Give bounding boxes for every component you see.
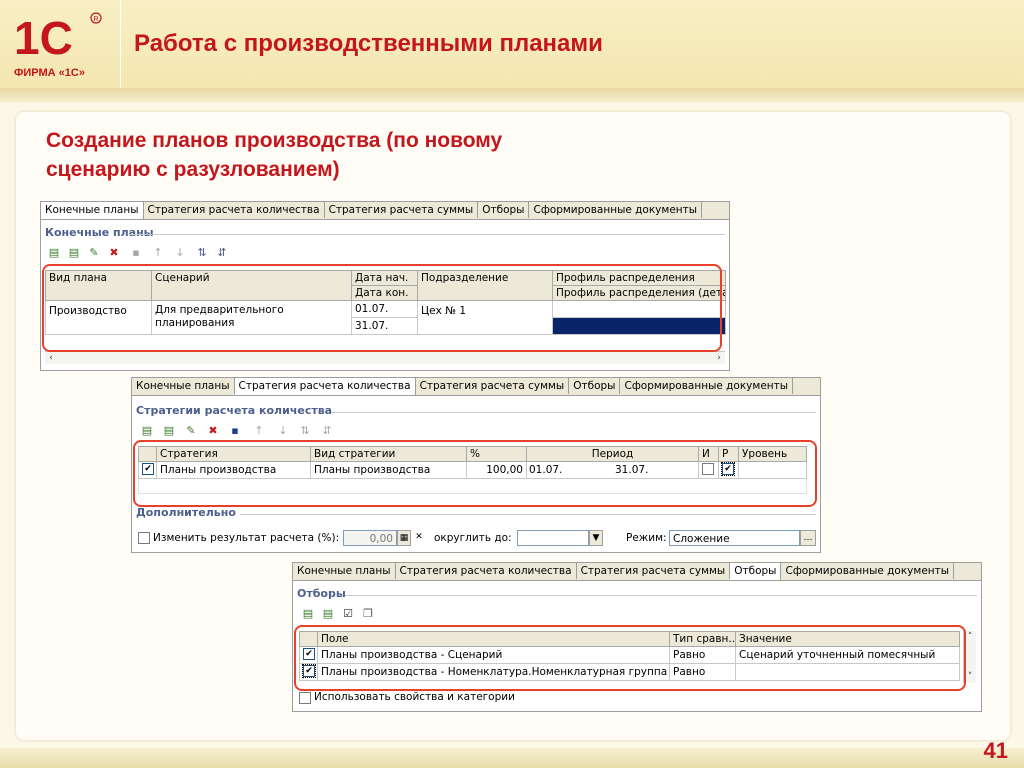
table-toolbar: ▤ ▤ ✎ ✖ ▪ ↑ ↓ ⇅ ⇵ xyxy=(140,424,380,440)
section-title: Конечные планы xyxy=(45,226,154,239)
logo-separator xyxy=(120,0,121,88)
logo-text: ФИРМА «1С» xyxy=(14,67,85,79)
chevron-down-icon[interactable]: ▼ xyxy=(589,530,603,546)
copy-row-icon[interactable]: ▤ xyxy=(67,246,81,260)
section-title: Стратегии расчета количества xyxy=(136,404,333,417)
tab-sum-strategy[interactable]: Стратегия расчета суммы xyxy=(415,378,570,394)
copy-row-icon[interactable]: ▤ xyxy=(162,424,176,438)
subtitle-line-2: сценарию с разузлованием) xyxy=(46,158,340,181)
highlight-frame-1 xyxy=(42,264,722,352)
round-label: округлить до: xyxy=(434,532,512,544)
delete-row-icon[interactable]: ✖ xyxy=(206,424,220,438)
mode-label: Режим: xyxy=(626,532,667,544)
add-row-icon[interactable]: ▤ xyxy=(140,424,154,438)
check-all-icon[interactable]: ☑ xyxy=(341,607,355,621)
tab-sum-strategy[interactable]: Стратегия расчета суммы xyxy=(576,563,731,579)
save-icon[interactable]: ▪ xyxy=(129,246,143,260)
tab-quantity-strategy[interactable]: Стратегия расчета количества xyxy=(234,378,416,395)
form-tabs: Конечные планы Стратегия расчета количест… xyxy=(132,378,820,396)
ellipsis-icon[interactable]: … xyxy=(800,530,816,546)
delete-row-icon[interactable]: ▤ xyxy=(321,607,335,621)
add-row-icon[interactable]: ▤ xyxy=(301,607,315,621)
tab-filters[interactable]: Отборы xyxy=(569,378,621,394)
subtitle-line-1: Создание планов производства (по новому xyxy=(46,129,503,152)
logo-mark: 1С xyxy=(14,12,73,64)
tab-final-plans[interactable]: Конечные планы xyxy=(132,378,235,394)
tab-quantity-strategy[interactable]: Стратегия расчета количества xyxy=(395,563,577,579)
sort-asc-icon[interactable]: ⇅ xyxy=(195,246,209,260)
delete-row-icon[interactable]: ✖ xyxy=(107,246,121,260)
table-toolbar: ▤ ▤ ✎ ✖ ▪ ↑ ↓ ⇅ ⇵ xyxy=(47,246,307,262)
form-tabs: Конечные планы Стратегия расчета количест… xyxy=(41,202,729,220)
tab-sum-strategy[interactable]: Стратегия расчета суммы xyxy=(324,202,479,218)
section-divider xyxy=(332,412,816,413)
section-divider xyxy=(345,595,977,596)
tab-quantity-strategy[interactable]: Стратегия расчета количества xyxy=(143,202,325,218)
company-logo: 1С R ФИРМА «1С» xyxy=(8,6,120,86)
round-select[interactable] xyxy=(517,530,589,546)
additional-section-title: Дополнительно xyxy=(136,506,236,519)
tab-filters[interactable]: Отборы xyxy=(478,202,530,218)
move-up-icon[interactable]: ↑ xyxy=(151,246,165,260)
sort-desc-icon[interactable]: ⇵ xyxy=(320,424,334,438)
change-result-label: Изменить результат расчета (%): xyxy=(153,532,340,544)
svg-text:R: R xyxy=(94,16,99,23)
form-tabs: Конечные планы Стратегия расчета количест… xyxy=(293,563,981,581)
highlight-frame-2 xyxy=(133,440,817,507)
page-number: 41 xyxy=(983,738,1008,763)
mode-input[interactable]: Сложение xyxy=(669,530,800,546)
highlight-frame-3 xyxy=(294,625,966,691)
add-row-icon[interactable]: ▤ xyxy=(47,246,61,260)
section-divider xyxy=(240,514,816,515)
section-divider xyxy=(129,234,725,235)
move-down-icon[interactable]: ↓ xyxy=(173,246,187,260)
clear-icon[interactable]: ✕ xyxy=(412,530,426,546)
tab-final-plans[interactable]: Конечные планы xyxy=(293,563,396,579)
tab-generated-documents[interactable]: Сформированные документы xyxy=(529,202,703,218)
sort-asc-icon[interactable]: ⇅ xyxy=(298,424,312,438)
save-icon[interactable]: ▪ xyxy=(228,424,242,438)
tab-final-plans[interactable]: Конечные планы xyxy=(41,202,144,219)
move-up-icon[interactable]: ↑ xyxy=(252,424,266,438)
calculator-icon[interactable]: ▦ xyxy=(397,530,411,546)
slide-title: Работа с производственными планами xyxy=(134,30,603,57)
header-band xyxy=(0,88,1024,102)
tab-generated-documents[interactable]: Сформированные документы xyxy=(781,563,955,579)
change-result-input[interactable]: 0,00 xyxy=(343,530,397,546)
slide-subtitle: Создание планов производства (по новому … xyxy=(46,126,502,184)
use-properties-label: Использовать свойства и категории xyxy=(314,691,515,703)
scroll-left-icon[interactable]: ‹ xyxy=(45,352,57,364)
copy-icon[interactable]: ❐ xyxy=(361,607,375,621)
move-down-icon[interactable]: ↓ xyxy=(276,424,290,438)
sort-desc-icon[interactable]: ⇵ xyxy=(215,246,229,260)
section-title: Отборы xyxy=(297,587,346,600)
edit-row-icon[interactable]: ✎ xyxy=(87,246,101,260)
tab-filters[interactable]: Отборы xyxy=(730,563,782,580)
horizontal-scrollbar[interactable]: ‹ › xyxy=(45,351,725,364)
use-properties-checkbox[interactable] xyxy=(299,692,311,704)
edit-row-icon[interactable]: ✎ xyxy=(184,424,198,438)
change-result-checkbox[interactable] xyxy=(138,532,150,544)
scroll-right-icon[interactable]: › xyxy=(713,352,725,364)
tab-generated-documents[interactable]: Сформированные документы xyxy=(620,378,794,394)
footer-band xyxy=(0,748,1024,768)
table-toolbar: ▤ ▤ ☑ ❐ xyxy=(301,607,401,623)
